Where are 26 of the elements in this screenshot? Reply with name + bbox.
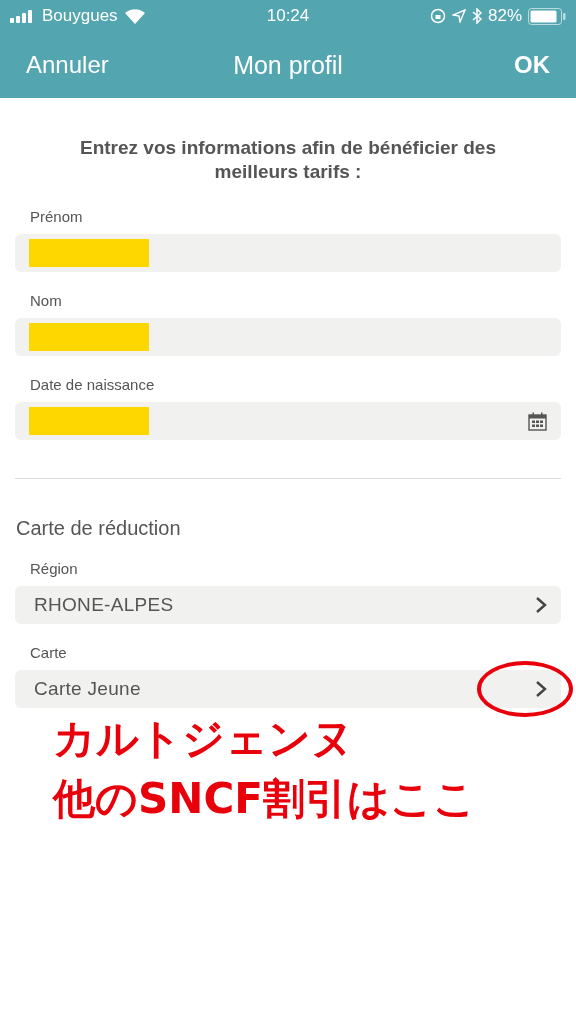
field-label: Nom [30, 292, 63, 309]
clock-time: 10:24 [266, 6, 310, 26]
field-label: Région [30, 560, 79, 577]
location-arrow-icon [452, 9, 466, 23]
input-field[interactable] [15, 234, 561, 272]
date-field[interactable] [15, 402, 561, 440]
chevron-right-icon [535, 680, 547, 698]
annotation-text: カルトジェンヌ [53, 713, 355, 765]
battery-percent: 82% [488, 6, 522, 26]
select-field[interactable]: Carte Jeune [15, 670, 561, 708]
carrier-name: Bouygues [42, 6, 118, 26]
bluetooth-icon [472, 8, 482, 24]
wifi-icon [123, 8, 146, 24]
intro-text: Entrez vos informations afin de bénéficier des meilleurs tarifs : [79, 136, 497, 184]
chevron-right-icon [535, 596, 547, 614]
select-field[interactable]: RHONE-ALPES [15, 586, 561, 624]
field-label: Prénom [30, 208, 84, 225]
rotation-lock-icon [430, 8, 446, 24]
calendar-icon[interactable] [528, 411, 547, 431]
field-label: Date de naissance [30, 376, 156, 393]
battery-icon [528, 7, 566, 25]
screen-title: Mon profil [232, 50, 344, 80]
section-title: Carte de réduction [16, 517, 182, 540]
annotation-text: 他のSNCF割引はここ [53, 773, 477, 825]
field-label: Carte [30, 644, 68, 661]
input-field[interactable] [15, 318, 561, 356]
